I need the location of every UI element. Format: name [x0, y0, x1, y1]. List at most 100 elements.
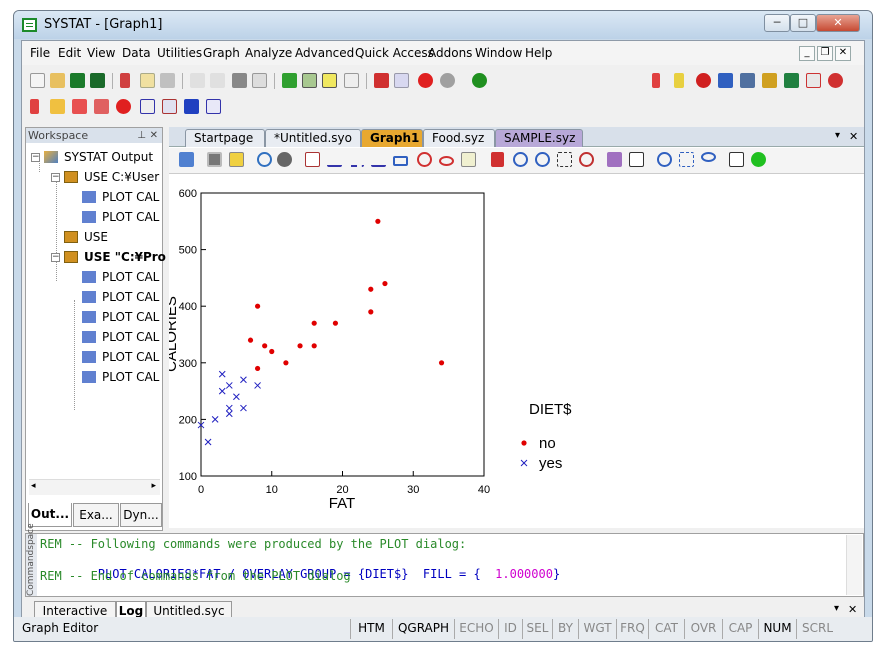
crosshair-icon[interactable]	[657, 152, 672, 167]
grouped-bar-icon[interactable]	[784, 73, 799, 88]
globe-icon[interactable]	[828, 73, 843, 88]
tree-node-use-selected[interactable]: USE "C:¥Pro	[84, 250, 166, 264]
text-tool-icon[interactable]	[461, 152, 476, 167]
tree-collapse-toggle[interactable]: −	[31, 153, 40, 162]
undo-icon[interactable]	[190, 73, 205, 88]
themes-icon[interactable]	[374, 73, 389, 88]
workspace-horizontal-scrollbar[interactable]: ◂ ▸	[29, 479, 160, 495]
frame-icon[interactable]	[207, 152, 222, 167]
smooth-line-icon[interactable]	[371, 152, 386, 167]
tab-graph1[interactable]: Graph1	[361, 129, 423, 147]
command-line-1[interactable]: REM -- Following commands were produced …	[40, 537, 466, 551]
tree-node-plot[interactable]: PLOT CAL	[102, 290, 159, 304]
menu-quick-access[interactable]: Quick Access	[355, 46, 434, 60]
trend-icon[interactable]	[206, 99, 221, 114]
refresh-icon[interactable]	[257, 152, 272, 167]
record-icon[interactable]	[418, 73, 433, 88]
line-tool-icon[interactable]	[327, 152, 342, 167]
print-preview-icon[interactable]	[252, 73, 267, 88]
menu-edit[interactable]: Edit	[58, 46, 81, 60]
settings-icon[interactable]	[277, 152, 292, 167]
scroll-right-icon[interactable]: ▸	[151, 481, 156, 491]
print-icon[interactable]	[232, 73, 247, 88]
bottom-tab-close-icon[interactable]: ✕	[848, 603, 857, 616]
title-bar[interactable]: SYSTAT - [Graph1] ─ □ ✕	[14, 11, 872, 39]
paste-icon[interactable]	[160, 73, 175, 88]
scatter-select-icon[interactable]	[729, 152, 744, 167]
target-icon[interactable]	[116, 99, 131, 114]
menu-data[interactable]: Data	[122, 46, 151, 60]
mountain-icon[interactable]	[94, 99, 109, 114]
data-editor-icon[interactable]	[282, 73, 297, 88]
tab-startpage[interactable]: Startpage	[185, 129, 265, 147]
stop-icon[interactable]	[440, 73, 455, 88]
cut-icon[interactable]	[120, 73, 130, 88]
label-tool-icon[interactable]	[629, 152, 644, 167]
open-icon[interactable]	[50, 73, 65, 88]
mdi-restore-button[interactable]: ❐	[817, 46, 833, 61]
menu-utilities[interactable]: Utilities	[157, 46, 202, 60]
graph-editor-icon[interactable]	[322, 73, 337, 88]
scatterplot-icon[interactable]	[140, 99, 155, 114]
redo-icon[interactable]	[210, 73, 225, 88]
menu-window[interactable]: Window	[475, 46, 522, 60]
tab-close-icon[interactable]: ✕	[849, 130, 858, 143]
curve-icon[interactable]	[806, 73, 821, 88]
function-plot-icon[interactable]	[162, 99, 177, 114]
lasso-icon[interactable]	[701, 152, 716, 162]
scroll-left-icon[interactable]: ◂	[31, 481, 36, 491]
polyline-icon[interactable]	[349, 152, 364, 167]
ellipse-icon[interactable]	[439, 156, 454, 166]
mdi-minimize-button[interactable]: _	[799, 46, 815, 61]
tree-node-plot[interactable]: PLOT CAL	[102, 350, 159, 364]
pointer-icon[interactable]	[305, 152, 320, 167]
new-icon[interactable]	[30, 73, 45, 88]
tree-node-plot[interactable]: PLOT CAL	[102, 310, 159, 324]
help-icon[interactable]	[472, 73, 487, 88]
commandspace-scrollbar[interactable]	[846, 535, 862, 595]
pin-icon[interactable]: ⊥	[137, 128, 146, 143]
command-icon[interactable]	[344, 73, 359, 88]
command-line-3[interactable]: REM -- End of commands from the PLOT dia…	[40, 569, 351, 583]
tree-collapse-toggle[interactable]: −	[51, 253, 60, 262]
map-icon[interactable]	[184, 99, 199, 114]
tree-node-output[interactable]: SYSTAT Output	[64, 150, 153, 164]
rectangle-icon[interactable]	[393, 156, 408, 166]
mdi-close-button[interactable]: ✕	[835, 46, 851, 61]
tab-sample-syz[interactable]: SAMPLE.syz	[495, 129, 583, 147]
menu-help[interactable]: Help	[525, 46, 552, 60]
tree-node-plot[interactable]: PLOT CAL	[102, 270, 159, 284]
graph-properties-icon[interactable]	[179, 152, 194, 167]
box-plot-icon[interactable]	[72, 99, 87, 114]
page-icon[interactable]	[229, 152, 244, 167]
menu-analyze[interactable]: Analyze	[245, 46, 292, 60]
minimize-button[interactable]: ─	[764, 14, 790, 32]
move-icon[interactable]	[491, 152, 504, 167]
reset-zoom-icon[interactable]	[579, 152, 594, 167]
report-icon[interactable]	[394, 73, 409, 88]
brush-icon[interactable]	[607, 152, 622, 167]
circle-icon[interactable]	[417, 152, 432, 167]
menu-file[interactable]: File	[30, 46, 50, 60]
bottom-tab-list-icon[interactable]: ▾	[834, 603, 839, 614]
pie-chart-icon[interactable]	[696, 73, 711, 88]
maximize-button[interactable]: □	[790, 14, 816, 32]
menu-addons[interactable]: Addons	[428, 46, 472, 60]
bar-chart-icon[interactable]	[652, 73, 660, 88]
table-chart-icon[interactable]	[740, 73, 755, 88]
line-chart-icon[interactable]	[674, 73, 684, 88]
summary-chart-icon[interactable]	[30, 99, 39, 114]
tree-node-plot[interactable]: PLOT CAL	[102, 210, 159, 224]
tab-untitled-syo[interactable]: *Untitled.syo	[265, 129, 361, 147]
density-icon[interactable]	[50, 99, 65, 114]
zoom-box-icon[interactable]	[557, 152, 572, 167]
go-icon[interactable]	[751, 152, 766, 167]
workspace-tab-dynamic[interactable]: Dyn...	[120, 503, 162, 527]
column-chart-icon[interactable]	[762, 73, 777, 88]
tab-list-dropdown-icon[interactable]: ▾	[835, 130, 840, 141]
close-button[interactable]: ✕	[816, 14, 860, 32]
tab-food-syz[interactable]: Food.syz	[423, 129, 495, 147]
menu-view[interactable]: View	[87, 46, 115, 60]
tree-node-plot[interactable]: PLOT CAL	[102, 190, 159, 204]
copy-icon[interactable]	[140, 73, 155, 88]
